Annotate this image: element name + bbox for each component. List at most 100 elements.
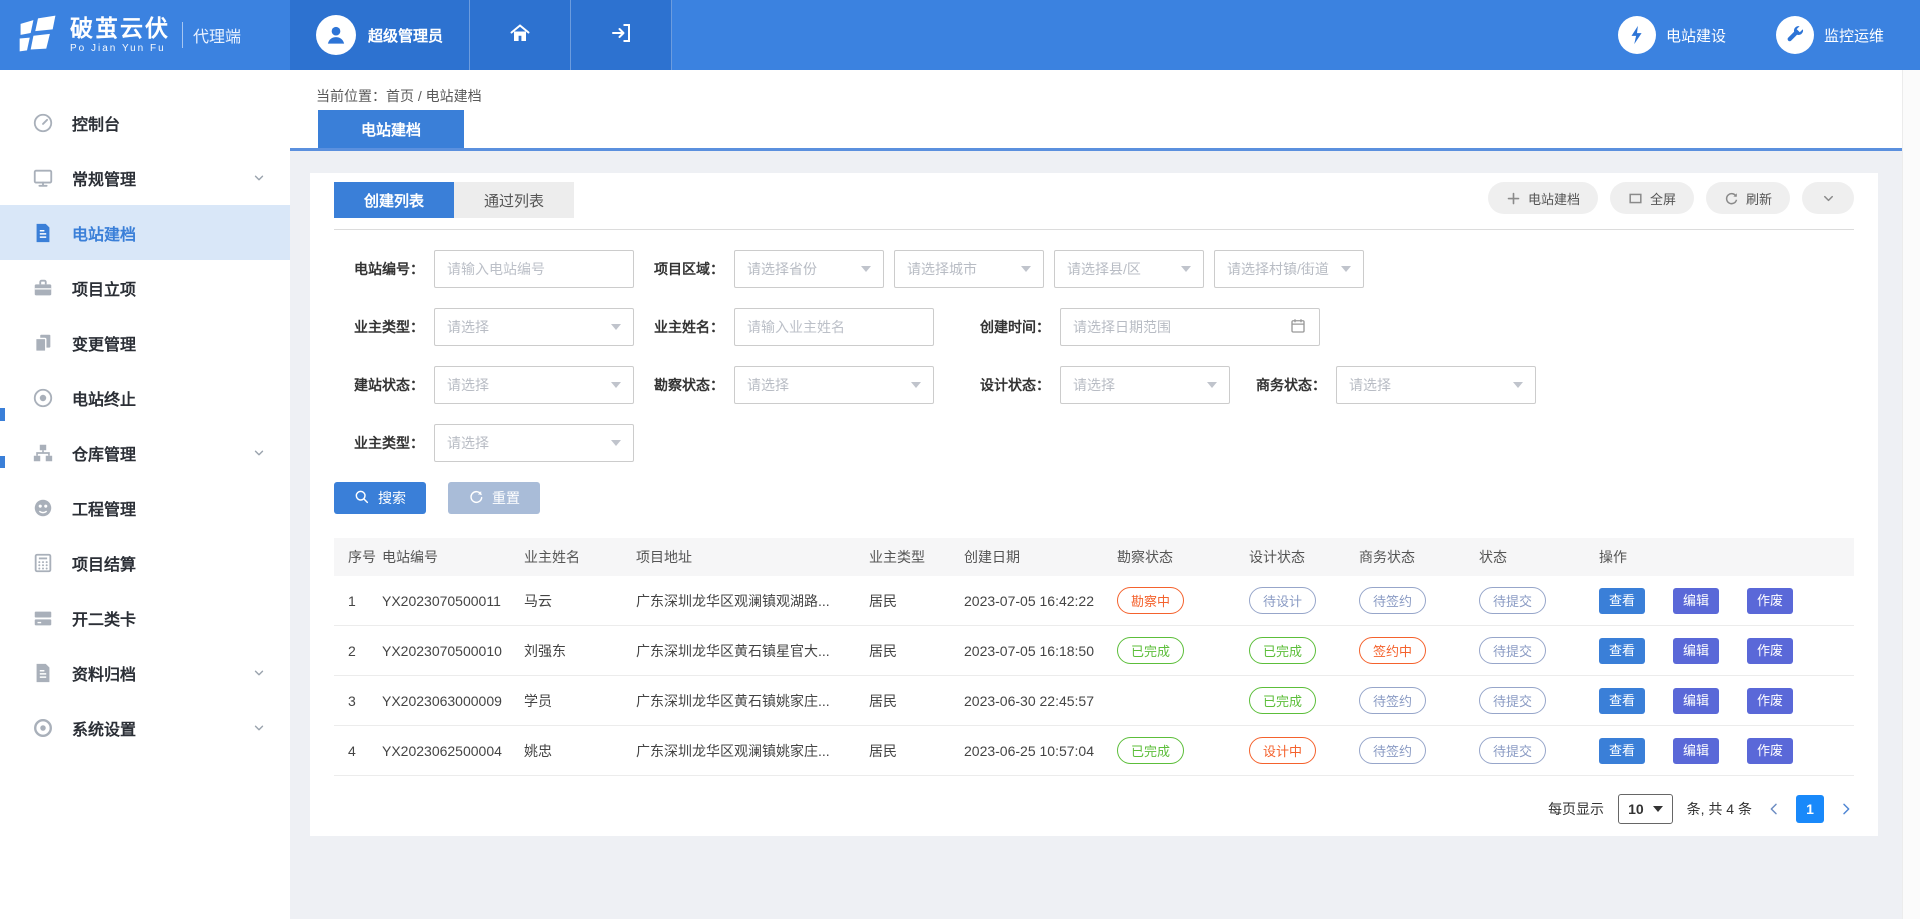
next-page-button[interactable] — [1838, 801, 1854, 817]
search-button[interactable]: 搜索 — [334, 482, 426, 514]
sidebar-item-system-settings[interactable]: 系统设置 — [0, 700, 290, 755]
prev-page-button[interactable] — [1766, 801, 1782, 817]
user-menu[interactable]: 超级管理员 — [290, 0, 470, 70]
page-size-select[interactable]: 10 — [1618, 794, 1673, 824]
station-no-label: 电站编号： — [334, 259, 424, 279]
filter-owner-type-2: 业主类型： 请选择 — [334, 424, 634, 462]
add-station-button[interactable]: 电站建档 — [1488, 182, 1598, 214]
tab-create-list[interactable]: 创建列表 — [334, 182, 454, 218]
owner-type-select[interactable]: 请选择 — [434, 308, 634, 346]
sidebar-item-dashboard[interactable]: 控制台 — [0, 95, 290, 150]
edit-button[interactable]: 编辑 — [1673, 638, 1719, 664]
sidebar-item-second-class-card[interactable]: 开二类卡 — [0, 590, 290, 645]
region-city-select[interactable]: 请选择城市 — [894, 250, 1044, 288]
edit-button[interactable]: 编辑 — [1673, 588, 1719, 614]
view-button[interactable]: 查看 — [1599, 588, 1645, 614]
caret-down-icon — [611, 440, 621, 446]
table-header: 序号电站编号业主姓名项目地址业主类型创建日期勘察状态设计状态商务状态状态操作 — [334, 538, 1854, 576]
status-badge: 签约中 — [1359, 637, 1426, 664]
sidebar-item-general-management[interactable]: 常规管理 — [0, 150, 290, 205]
page-scrollbar[interactable] — [1902, 70, 1920, 919]
status-badge: 已完成 — [1249, 687, 1316, 714]
fullscreen-button[interactable]: 全屏 — [1610, 182, 1694, 214]
survey-status-select[interactable]: 请选择 — [734, 366, 934, 404]
reset-icon — [468, 489, 484, 508]
sidebar-item-station-filing[interactable]: 电站建档 — [0, 205, 290, 260]
create-time-input[interactable]: 请选择日期范围 — [1060, 308, 1320, 346]
owner-type-2-select[interactable]: 请选择 — [434, 424, 634, 462]
reset-button[interactable]: 重置 — [448, 482, 540, 514]
edit-button[interactable]: 编辑 — [1673, 738, 1719, 764]
business-status-select[interactable]: 请选择 — [1336, 366, 1536, 404]
filter-actions: 搜索 重置 — [334, 482, 1854, 514]
topbar-right-nav: 电站建设 监控运维 — [1618, 0, 1920, 70]
home-button[interactable] — [470, 0, 571, 70]
sidebar: 控制台常规管理电站建档项目立项变更管理电站终止仓库管理工程管理项目结算开二类卡资… — [0, 70, 290, 919]
status-badge: 待设计 — [1249, 587, 1316, 614]
sidebar-item-engineering-management[interactable]: 工程管理 — [0, 480, 290, 535]
void-button[interactable]: 作废 — [1747, 688, 1793, 714]
sidebar-item-project-settlement[interactable]: 项目结算 — [0, 535, 290, 590]
caret-down-icon — [611, 382, 621, 388]
page-body: 创建列表通过列表 电站建档全屏刷新 电站编号： 项目区域： 请选择省份请选择城市… — [290, 151, 1903, 919]
station-no-input[interactable] — [434, 250, 634, 288]
current-page[interactable]: 1 — [1796, 795, 1824, 823]
void-button[interactable]: 作废 — [1747, 588, 1793, 614]
search-icon — [354, 489, 370, 508]
sidebar-item-project-initiation[interactable]: 项目立项 — [0, 260, 290, 315]
logout-button[interactable] — [571, 0, 672, 70]
filter-survey-status: 勘察状态： 请选择 — [634, 366, 934, 404]
total-count-label: 条, 共 4 条 — [1687, 799, 1752, 819]
nav-monitoring-ops[interactable]: 监控运维 — [1776, 16, 1884, 54]
void-button[interactable]: 作废 — [1747, 738, 1793, 764]
status-badge: 已完成 — [1117, 737, 1184, 764]
caret-down-icon — [611, 324, 621, 330]
card-icon — [32, 607, 54, 629]
region-town-select[interactable]: 请选择村镇/街道 — [1214, 250, 1364, 288]
column-header: 操作 — [1599, 547, 1839, 567]
logo[interactable]: 破茧云伏 Po Jian Yun Fu 代理端 — [0, 0, 290, 70]
edit-button[interactable]: 编辑 — [1673, 688, 1719, 714]
sidebar-item-label: 电站建档 — [72, 221, 136, 245]
gauge-icon — [32, 497, 54, 519]
column-header: 序号 — [334, 547, 382, 567]
sidebar-item-data-archive[interactable]: 资料归档 — [0, 645, 290, 700]
sidebar-item-label: 项目立项 — [72, 276, 136, 300]
void-button[interactable]: 作废 — [1747, 638, 1793, 664]
status-badge: 待签约 — [1359, 587, 1426, 614]
view-button[interactable]: 查看 — [1599, 688, 1645, 714]
view-button[interactable]: 查看 — [1599, 638, 1645, 664]
filter-station-no: 电站编号： — [334, 250, 634, 288]
refresh-button[interactable]: 刷新 — [1706, 182, 1790, 214]
lightning-icon — [1618, 16, 1656, 54]
page-tab-station-filing[interactable]: 电站建档 — [318, 110, 464, 148]
tabs-row: 创建列表通过列表 电站建档全屏刷新 — [334, 173, 1854, 230]
table-row: 1YX2023070500011马云广东深圳龙华区观澜镇观湖路...居民2023… — [334, 576, 1854, 626]
region-district-select[interactable]: 请选择县/区 — [1054, 250, 1204, 288]
column-header: 项目地址 — [636, 547, 869, 567]
status-badge: 待提交 — [1479, 637, 1546, 664]
tab-passed-list[interactable]: 通过列表 — [454, 182, 574, 218]
sidebar-item-warehouse-management[interactable]: 仓库管理 — [0, 425, 290, 480]
chevron-down-icon — [1821, 191, 1836, 206]
collapse-button[interactable] — [1802, 182, 1854, 214]
status-badge: 勘察中 — [1117, 587, 1184, 614]
region-province-select[interactable]: 请选择省份 — [734, 250, 884, 288]
view-button[interactable]: 查看 — [1599, 738, 1645, 764]
design-status-select[interactable]: 请选择 — [1060, 366, 1230, 404]
owner-name-input[interactable] — [734, 308, 934, 346]
column-header: 状态 — [1479, 547, 1599, 567]
logo-icon — [16, 11, 60, 60]
topbar-user-section: 超级管理员 — [290, 0, 672, 70]
sidebar-item-change-management[interactable]: 变更管理 — [0, 315, 290, 370]
build-status-select[interactable]: 请选择 — [434, 366, 634, 404]
nav-station-construction[interactable]: 电站建设 — [1618, 16, 1726, 54]
topbar: 破茧云伏 Po Jian Yun Fu 代理端 超级管理员 — [0, 0, 1920, 70]
column-header: 商务状态 — [1359, 547, 1479, 567]
chevron-down-icon — [252, 666, 266, 680]
filter-build-status: 建站状态： 请选择 — [334, 366, 634, 404]
document-icon — [32, 222, 54, 244]
briefcase-icon — [32, 277, 54, 299]
sidebar-item-station-termination[interactable]: 电站终止 — [0, 370, 290, 425]
table-row: 3YX2023063000009学员广东深圳龙华区黄石镇姚家庄...居民2023… — [334, 676, 1854, 726]
